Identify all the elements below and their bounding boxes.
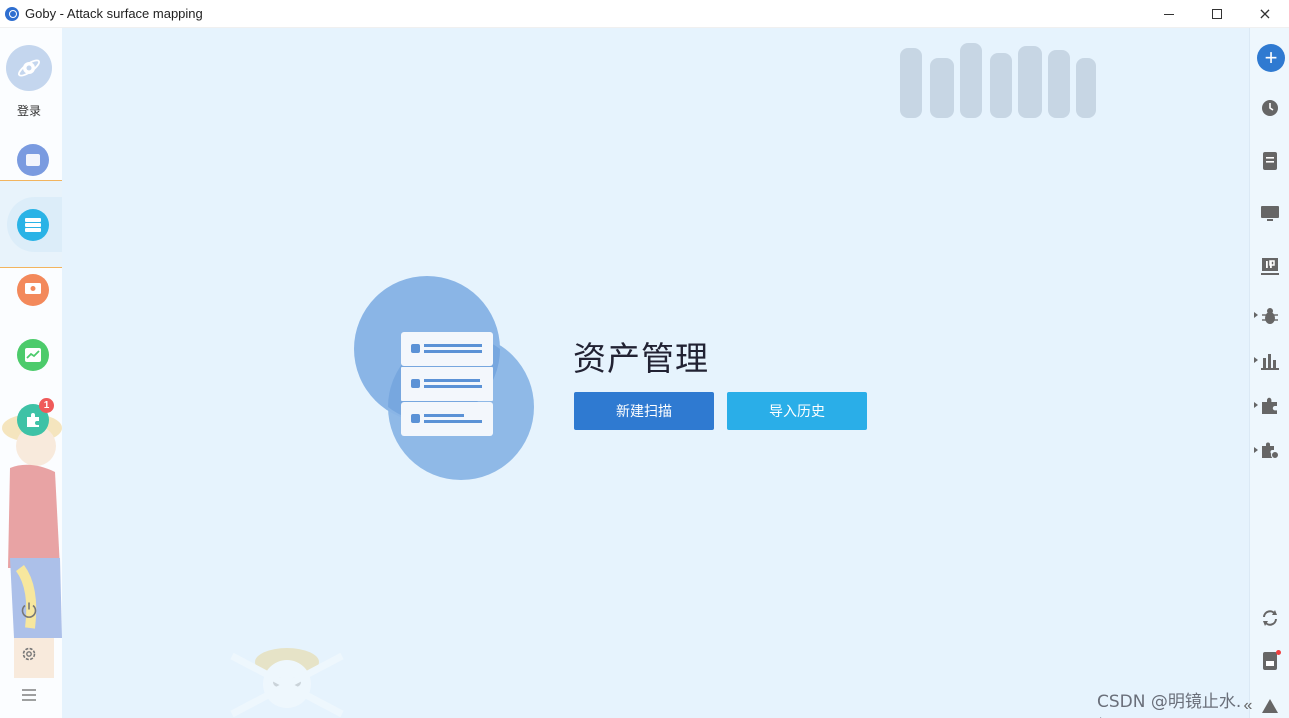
sidebar-item-scan[interactable] bbox=[17, 144, 49, 176]
crew-silhouette-decoration bbox=[900, 43, 1096, 118]
refresh-icon bbox=[1263, 610, 1277, 626]
goby-logo-icon bbox=[5, 6, 19, 21]
title-bar: Goby - Attack surface mapping × bbox=[0, 0, 1289, 28]
puzzle-icon bbox=[27, 413, 39, 427]
maximize-button[interactable] bbox=[1193, 0, 1241, 28]
jolly-roger-decoration bbox=[230, 648, 344, 718]
statistics-button[interactable] bbox=[1260, 351, 1280, 371]
minimize-icon bbox=[1164, 13, 1174, 15]
login-link[interactable]: 登录 bbox=[0, 102, 58, 119]
extensions-button[interactable] bbox=[1260, 396, 1280, 416]
refresh-button[interactable] bbox=[1260, 608, 1280, 628]
asset-list-icon bbox=[25, 218, 41, 232]
sidebar-item-report[interactable] bbox=[17, 339, 49, 371]
vulnerability-button[interactable] bbox=[1260, 306, 1280, 326]
expand-arrow-icon bbox=[1254, 402, 1258, 408]
close-button[interactable]: × bbox=[1241, 0, 1289, 28]
document-icon bbox=[1263, 152, 1277, 170]
ip-icon bbox=[1261, 258, 1279, 275]
left-sidebar: 登录 1 bbox=[0, 28, 62, 718]
expand-arrow-icon bbox=[1254, 447, 1258, 453]
plugin-notification-badge: 1 bbox=[39, 398, 54, 413]
new-scan-button[interactable]: 新建扫描 bbox=[574, 392, 714, 430]
window-title: Goby - Attack surface mapping bbox=[25, 6, 203, 21]
document-button[interactable] bbox=[1260, 151, 1280, 171]
add-button[interactable]: + bbox=[1257, 44, 1285, 72]
main-content: 资产管理 新建扫描 导入历史 CSDN @明镜止水.樱 bbox=[62, 28, 1249, 718]
puzzle-icon bbox=[1262, 397, 1277, 414]
scan-icon bbox=[26, 154, 40, 166]
sidebar-item-asset-management[interactable] bbox=[17, 209, 49, 241]
log-file-icon bbox=[1263, 652, 1277, 670]
power-icon bbox=[21, 602, 37, 618]
monitor-icon bbox=[1261, 206, 1279, 221]
bar-chart-icon bbox=[1261, 354, 1279, 370]
csdn-watermark: CSDN @明镜止水.樱 bbox=[1097, 692, 1242, 718]
bug-icon bbox=[1262, 308, 1278, 324]
monitor-button[interactable] bbox=[1260, 204, 1280, 224]
power-button[interactable] bbox=[17, 598, 41, 622]
minimize-button[interactable] bbox=[1145, 0, 1193, 28]
close-icon: × bbox=[1258, 4, 1272, 23]
gear-icon bbox=[22, 647, 36, 661]
sidebar-item-vulnerabilities[interactable] bbox=[17, 274, 49, 306]
asset-management-illustration bbox=[354, 276, 534, 480]
ip-button[interactable] bbox=[1260, 257, 1280, 277]
history-button[interactable] bbox=[1260, 98, 1280, 118]
warning-icon bbox=[1262, 699, 1278, 713]
right-sidebar: + « bbox=[1244, 28, 1289, 718]
clock-icon bbox=[1262, 100, 1278, 116]
menu-button[interactable] bbox=[17, 683, 41, 707]
alert-button[interactable] bbox=[1260, 696, 1280, 716]
goby-planet-icon bbox=[18, 59, 40, 77]
chart-icon bbox=[25, 348, 41, 362]
puzzle-gear-icon bbox=[1262, 442, 1279, 459]
plugin-settings-button[interactable] bbox=[1260, 441, 1280, 461]
maximize-icon bbox=[1212, 9, 1222, 19]
vulnerability-monitor-icon bbox=[25, 283, 41, 294]
window-controls: × bbox=[1145, 0, 1289, 28]
hamburger-menu-icon bbox=[22, 689, 36, 701]
notification-dot bbox=[1276, 650, 1281, 655]
import-history-button[interactable]: 导入历史 bbox=[727, 392, 867, 430]
expand-arrow-icon bbox=[1254, 312, 1258, 318]
page-title: 资产管理 bbox=[573, 339, 709, 378]
expand-arrow-icon bbox=[1254, 357, 1258, 363]
settings-button[interactable] bbox=[17, 642, 41, 666]
user-avatar[interactable] bbox=[6, 45, 52, 91]
collapse-button[interactable]: « bbox=[1238, 696, 1258, 716]
